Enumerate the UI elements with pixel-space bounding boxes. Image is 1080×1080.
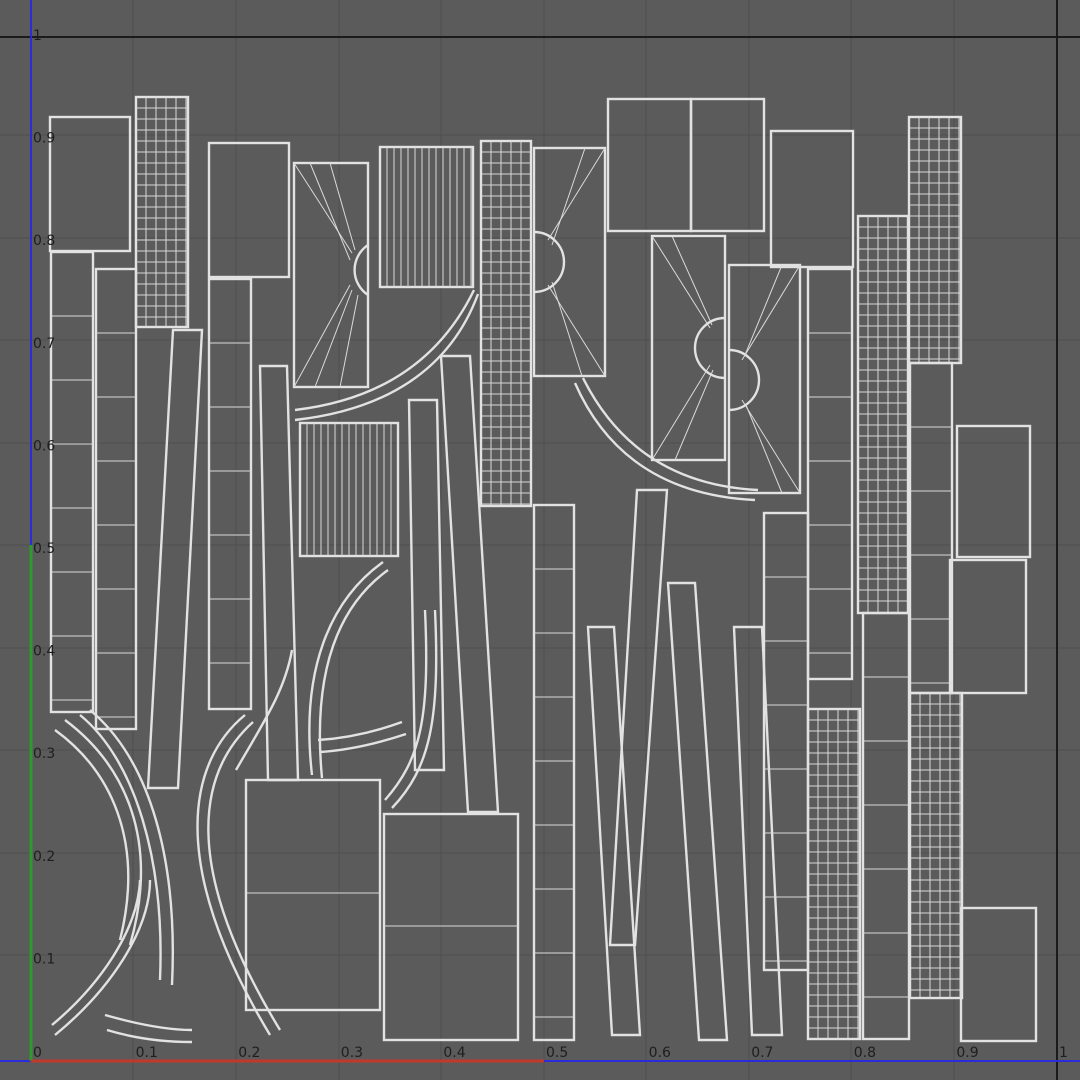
u-tick-label: 0.7 bbox=[751, 1045, 773, 1061]
v-tick-label: 0.5 bbox=[33, 541, 55, 557]
u-tick-label: 1 bbox=[1059, 1045, 1068, 1061]
v-tick-label: 0.8 bbox=[33, 233, 55, 249]
v-tick-label: 0.7 bbox=[33, 336, 55, 352]
u-tick-label: 0.3 bbox=[341, 1045, 363, 1061]
uv-editor-viewport[interactable]: 0 0.1 0.2 0.3 0.4 0.5 0.6 0.7 0.8 0.9 1 0.1 0.2 0.3 0.… bbox=[0, 0, 1080, 1080]
u-tick-label: 0.1 bbox=[136, 1045, 158, 1061]
v-tick-label: 0.6 bbox=[33, 438, 55, 454]
v-tick-label: 0.4 bbox=[33, 644, 55, 660]
uv-canvas[interactable]: 0 0.1 0.2 0.3 0.4 0.5 0.6 0.7 0.8 0.9 1 0.1 0.2 0.3 0.… bbox=[0, 0, 1080, 1080]
u-tick-label: 0.9 bbox=[956, 1045, 978, 1061]
u-tick-label: 0.5 bbox=[546, 1045, 568, 1061]
v-tick-label: 0.9 bbox=[33, 131, 55, 147]
v-tick-label: 1 bbox=[33, 28, 42, 44]
v-tick-label: 0.1 bbox=[33, 951, 55, 967]
v-tick-label: 0.2 bbox=[33, 849, 55, 865]
u-tick-label: 0.4 bbox=[443, 1045, 465, 1061]
u-tick-label: 0 bbox=[33, 1045, 42, 1061]
v-tick-label: 0.3 bbox=[33, 746, 55, 762]
u-tick-label: 0.2 bbox=[238, 1045, 260, 1061]
u-tick-label: 0.6 bbox=[649, 1045, 671, 1061]
u-tick-label: 0.8 bbox=[854, 1045, 876, 1061]
